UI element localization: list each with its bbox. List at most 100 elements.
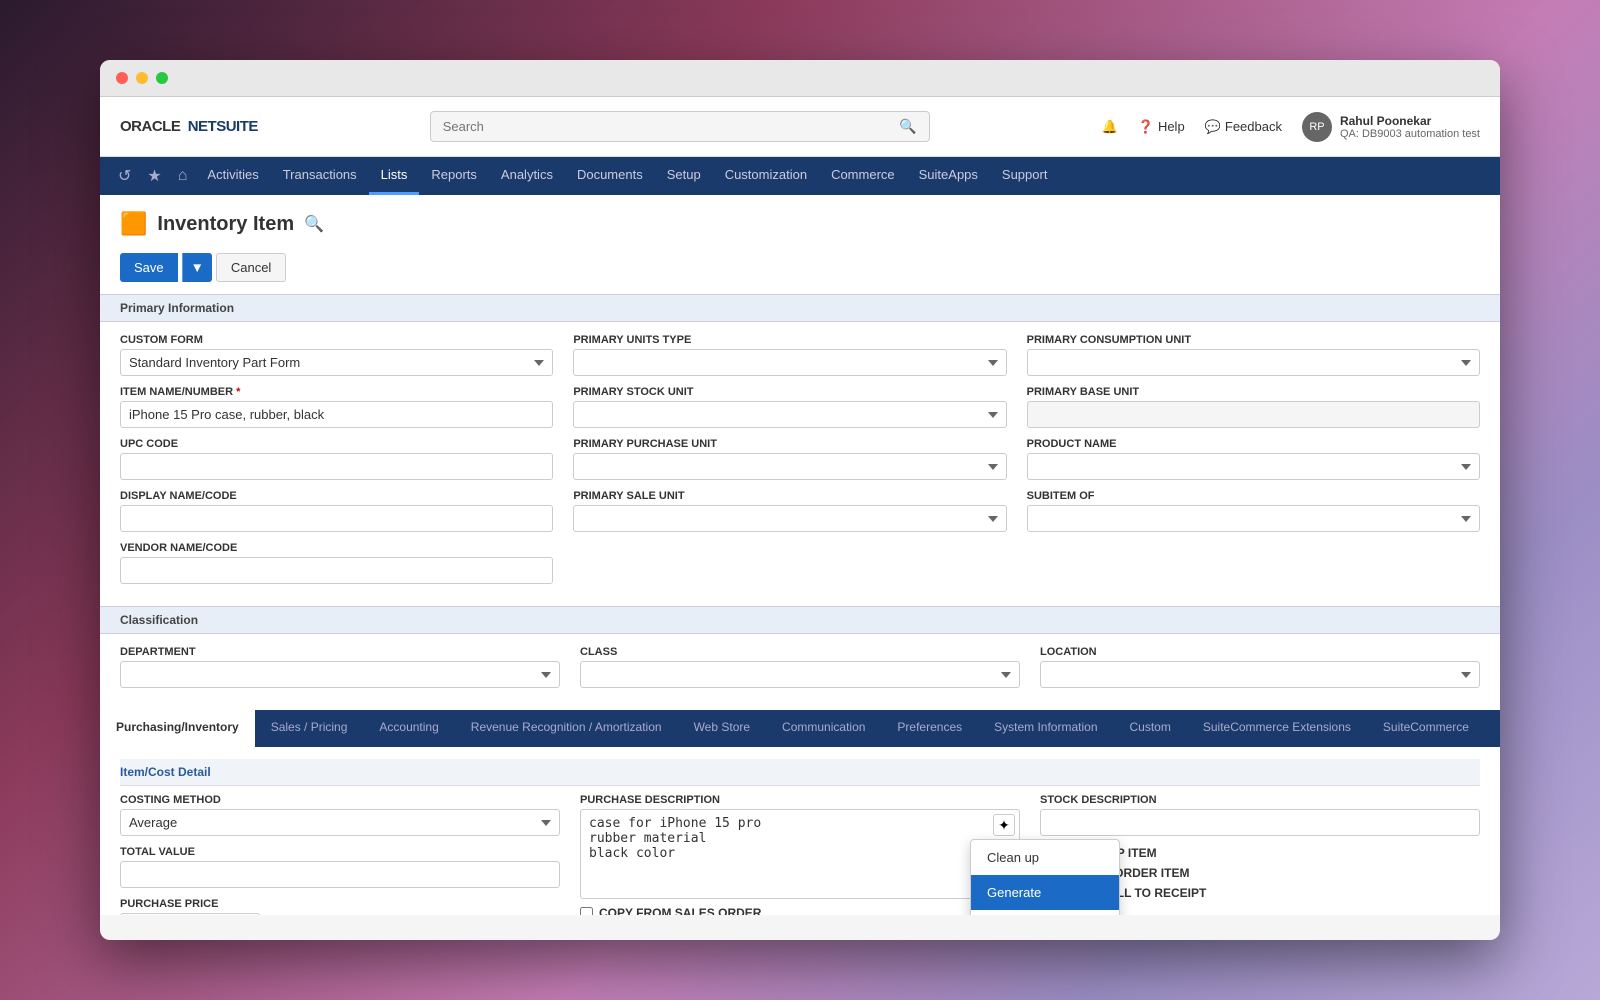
feedback-button[interactable]: 💬 Feedback	[1205, 119, 1282, 135]
ai-dropdown: Clean up Generate Make longer Make short…	[970, 839, 1120, 915]
purchase-price-label: PURCHASE PRICE	[120, 898, 560, 910]
vendor-name-label: VENDOR NAME/CODE	[120, 542, 553, 554]
subitem-of-label: SUBITEM OF	[1027, 490, 1480, 502]
item-name-input[interactable]	[120, 401, 553, 428]
avatar: RP	[1302, 112, 1332, 142]
location-select[interactable]	[1040, 661, 1480, 688]
tab-web-store[interactable]: Web Store	[678, 710, 766, 747]
stock-description-label: STOCK DESCRIPTION	[1040, 794, 1480, 806]
class-field: CLASS	[580, 646, 1020, 688]
nav-item-suiteapps[interactable]: SuiteApps	[907, 157, 990, 195]
tab-system-information[interactable]: System Information	[978, 710, 1113, 747]
save-dropdown-button[interactable]: ▼	[182, 253, 212, 282]
user-sub: QA: DB9003 automation test	[1340, 128, 1480, 140]
tabs-bar: Purchasing/Inventory Sales / Pricing Acc…	[100, 710, 1500, 747]
purchase-price-input[interactable]	[120, 913, 260, 915]
ai-option-cleanup[interactable]: Clean up	[971, 840, 1119, 875]
custom-form-label: CUSTOM FORM	[120, 334, 553, 346]
tab-suitecommerce-extensions[interactable]: SuiteCommerce Extensions	[1187, 710, 1367, 747]
logo-oracle: ORACLE	[120, 118, 180, 135]
nav-home-icon[interactable]: ⌂	[170, 167, 196, 185]
primary-stock-unit-select[interactable]	[573, 401, 1006, 428]
page-search-icon[interactable]: 🔍	[304, 214, 324, 234]
total-value-field: TOTAL VALUE	[120, 846, 560, 888]
avatar-initials: RP	[1309, 121, 1324, 133]
nav-item-transactions[interactable]: Transactions	[271, 157, 369, 195]
nav-favorites-icon[interactable]: ★	[139, 166, 169, 186]
costing-method-select[interactable]: Average FIFO LIFO Standard	[120, 809, 560, 836]
minimize-dot[interactable]	[136, 72, 148, 84]
purchase-description-textarea[interactable]	[580, 809, 1020, 899]
costing-method-label: COSTING METHOD	[120, 794, 560, 806]
tab-suitecommerce[interactable]: SuiteCommerce	[1367, 710, 1485, 747]
nav-item-analytics[interactable]: Analytics	[489, 157, 565, 195]
upc-code-label: UPC CODE	[120, 438, 553, 450]
search-bar[interactable]: 🔍	[430, 111, 930, 142]
help-button[interactable]: ❓ Help	[1138, 119, 1185, 135]
primary-consumption-unit-select[interactable]	[1027, 349, 1480, 376]
nav-item-lists[interactable]: Lists	[369, 157, 420, 195]
primary-sale-unit-label: PRIMARY SALE UNIT	[573, 490, 1006, 502]
nav-history-icon[interactable]: ↺	[110, 166, 139, 186]
department-select[interactable]	[120, 661, 560, 688]
tab-preferences[interactable]: Preferences	[881, 710, 978, 747]
ai-option-generate[interactable]: Generate	[971, 875, 1119, 910]
primary-purchase-unit-select[interactable]	[573, 453, 1006, 480]
upc-code-input[interactable]	[120, 453, 553, 480]
nav-item-setup[interactable]: Setup	[655, 157, 713, 195]
classification-section-header: Classification	[100, 606, 1500, 634]
display-name-input[interactable]	[120, 505, 553, 532]
product-name-select[interactable]	[1027, 453, 1480, 480]
custom-form-select[interactable]: Standard Inventory Part Form	[120, 349, 553, 376]
ai-assist-button[interactable]: ✦	[993, 814, 1015, 836]
primary-units-type-select[interactable]	[573, 349, 1006, 376]
upc-code-field: UPC CODE	[120, 438, 553, 480]
ai-option-make-longer[interactable]: Make longer	[971, 910, 1119, 915]
purchase-price-field: PURCHASE PRICE	[120, 898, 560, 915]
logo-netsuite: NETSUITE	[188, 118, 258, 135]
class-select[interactable]	[580, 661, 1020, 688]
tab-custom[interactable]: Custom	[1114, 710, 1187, 747]
primary-info-col1: CUSTOM FORM Standard Inventory Part Form…	[120, 334, 573, 594]
primary-info-grid: CUSTOM FORM Standard Inventory Part Form…	[100, 322, 1500, 606]
item-cost-detail-header: Item/Cost Detail	[120, 759, 1480, 786]
tab-communication[interactable]: Communication	[766, 710, 881, 747]
vendor-name-field: VENDOR NAME/CODE	[120, 542, 553, 584]
tab-purchasing-inventory[interactable]: Purchasing/Inventory	[100, 710, 255, 747]
tab-sales-pricing[interactable]: Sales / Pricing	[255, 710, 364, 747]
close-dot[interactable]	[116, 72, 128, 84]
nav-item-customization[interactable]: Customization	[713, 157, 819, 195]
cost-col1: COSTING METHOD Average FIFO LIFO Standar…	[120, 794, 560, 915]
help-label: Help	[1158, 119, 1185, 134]
subitem-of-select[interactable]	[1027, 505, 1480, 532]
primary-sale-unit-select[interactable]	[573, 505, 1006, 532]
vendor-name-input[interactable]	[120, 557, 553, 584]
copy-from-sales-checkbox[interactable]	[580, 907, 593, 916]
notification-button[interactable]: 🔔	[1102, 119, 1118, 135]
primary-units-type-field: PRIMARY UNITS TYPE	[573, 334, 1006, 376]
tab-content-purchasing: Item/Cost Detail COSTING METHOD Average …	[100, 759, 1500, 915]
item-cost-detail-row: COSTING METHOD Average FIFO LIFO Standar…	[120, 794, 1480, 915]
user-name: Rahul Poonekar	[1340, 114, 1480, 128]
cancel-button[interactable]: Cancel	[216, 253, 286, 282]
search-input[interactable]	[443, 119, 892, 134]
nav-item-commerce[interactable]: Commerce	[819, 157, 907, 195]
tab-accounting[interactable]: Accounting	[363, 710, 454, 747]
page-icon: 🟧	[120, 211, 147, 237]
tab-revenue-recognition[interactable]: Revenue Recognition / Amortization	[455, 710, 678, 747]
nav-item-reports[interactable]: Reports	[419, 157, 489, 195]
nav-item-activities[interactable]: Activities	[195, 157, 270, 195]
primary-consumption-unit-label: PRIMARY CONSUMPTION UNIT	[1027, 334, 1480, 346]
maximize-dot[interactable]	[156, 72, 168, 84]
item-name-field: ITEM NAME/NUMBER	[120, 386, 553, 428]
primary-sale-unit-field: PRIMARY SALE UNIT	[573, 490, 1006, 532]
nav-item-support[interactable]: Support	[990, 157, 1060, 195]
total-value-input[interactable]	[120, 861, 560, 888]
page-header: 🟧 Inventory Item 🔍	[100, 195, 1500, 245]
main-nav: ↺ ★ ⌂ Activities Transactions Lists Repo…	[100, 157, 1500, 195]
primary-base-unit-input[interactable]	[1027, 401, 1480, 428]
nav-item-documents[interactable]: Documents	[565, 157, 655, 195]
save-button[interactable]: Save	[120, 253, 178, 282]
stock-description-input[interactable]	[1040, 809, 1480, 836]
department-field: DEPARTMENT	[120, 646, 560, 688]
